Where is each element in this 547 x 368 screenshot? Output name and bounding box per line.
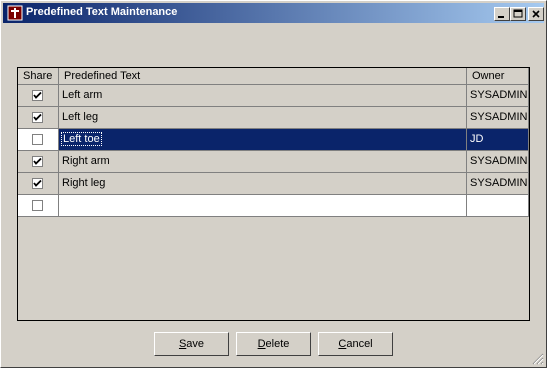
text-cell[interactable]: Right arm [59, 151, 467, 173]
delete-button[interactable]: Delete [236, 332, 311, 356]
table-row-selected[interactable]: Left toe JD [18, 129, 529, 151]
minimize-icon [498, 16, 504, 18]
share-cell [18, 151, 59, 173]
save-label: ave [186, 338, 205, 350]
delete-label: elete [265, 338, 290, 350]
share-checkbox-checked[interactable] [32, 156, 43, 167]
window-title: Predefined Text Maintenance [26, 6, 178, 18]
text-cell[interactable]: Left toe [59, 129, 467, 151]
close-button[interactable] [528, 7, 544, 21]
share-checkbox-checked[interactable] [32, 112, 43, 123]
checkmark-icon [33, 179, 42, 187]
share-checkbox-checked[interactable] [32, 178, 43, 189]
owner-cell [467, 195, 529, 217]
share-cell [18, 129, 59, 151]
share-checkbox-checked[interactable] [32, 90, 43, 101]
predefined-text-grid[interactable]: Share Predefined Text Owner Left arm SYS… [17, 67, 530, 321]
close-icon [532, 10, 540, 18]
share-cell [18, 195, 59, 217]
table-row[interactable]: Left arm SYSADMIN [18, 85, 529, 107]
owner-cell: SYSADMIN [467, 173, 529, 195]
share-checkbox[interactable] [32, 200, 43, 211]
table-row-new[interactable] [18, 195, 529, 217]
resize-grip-icon[interactable] [532, 353, 544, 365]
cancel-label: ancel [346, 338, 373, 350]
column-header-share[interactable]: Share [18, 68, 59, 85]
share-cell [18, 173, 59, 195]
app-window: Predefined Text Maintenance Share Predef… [0, 0, 547, 368]
table-row[interactable]: Right leg SYSADMIN [18, 173, 529, 195]
text-cell[interactable]: Left leg [59, 107, 467, 129]
maximize-button[interactable] [510, 7, 526, 21]
column-header-owner[interactable]: Owner [467, 68, 529, 85]
minimize-button[interactable] [494, 7, 510, 21]
checkmark-icon [33, 113, 42, 121]
text-cell[interactable]: Left arm [59, 85, 467, 107]
table-row[interactable]: Left leg SYSADMIN [18, 107, 529, 129]
save-button[interactable]: Save [154, 332, 229, 356]
owner-cell: JD [467, 129, 529, 151]
maximize-icon [513, 9, 523, 18]
text-cell-value: Left toe [61, 132, 102, 146]
owner-cell: SYSADMIN [467, 151, 529, 173]
share-cell [18, 107, 59, 129]
checkmark-icon [33, 91, 42, 99]
text-cell[interactable] [59, 195, 467, 217]
cancel-button[interactable]: Cancel [318, 332, 393, 356]
text-cell[interactable]: Right leg [59, 173, 467, 195]
table-row[interactable]: Right arm SYSADMIN [18, 151, 529, 173]
checkmark-icon [33, 157, 42, 165]
app-icon [7, 5, 23, 21]
share-checkbox[interactable] [32, 134, 43, 145]
owner-cell: SYSADMIN [467, 85, 529, 107]
share-cell [18, 85, 59, 107]
delete-accel: D [257, 338, 266, 350]
title-bar[interactable]: Predefined Text Maintenance [3, 3, 544, 23]
column-header-predefined-text[interactable]: Predefined Text [59, 68, 467, 85]
owner-cell: SYSADMIN [467, 107, 529, 129]
